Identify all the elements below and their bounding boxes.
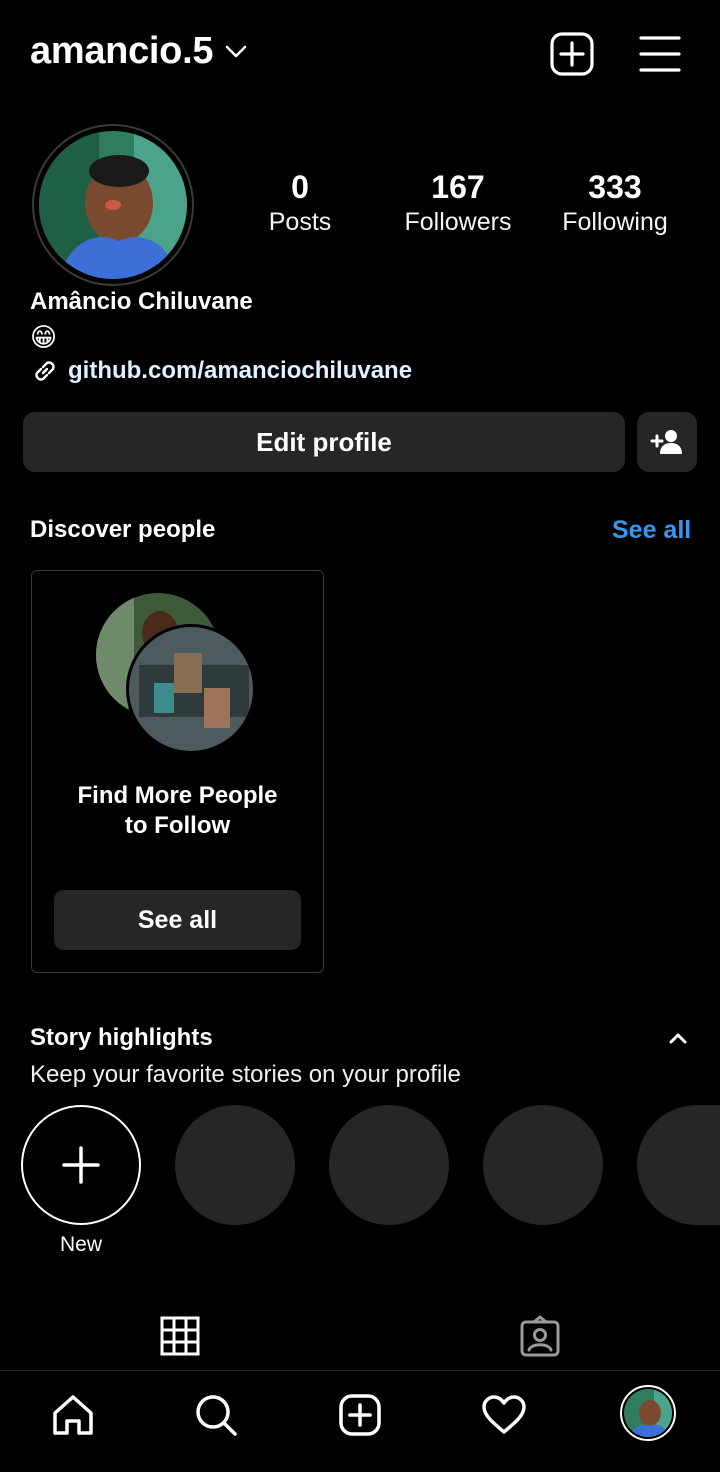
following-count[interactable]: 333 Following [545, 168, 685, 238]
username: amancio.5 [30, 30, 214, 72]
highlight-placeholder [175, 1105, 295, 1225]
profile-avatar[interactable] [32, 124, 194, 286]
avatar-photo [39, 131, 187, 279]
edit-profile-button[interactable]: Edit profile [23, 412, 625, 472]
account-switcher[interactable]: amancio.5 [30, 30, 247, 73]
plus-icon [62, 1146, 100, 1184]
search-icon[interactable] [192, 1391, 240, 1439]
discover-people-toggle-button[interactable] [637, 412, 697, 472]
discover-people-title: Discover people [30, 516, 216, 543]
add-person-icon [650, 430, 682, 454]
find-people-text: Find More People to Follow [77, 782, 278, 839]
followers-count[interactable]: 167 Followers [388, 168, 528, 238]
home-icon[interactable] [49, 1391, 97, 1439]
new-highlight-button[interactable] [21, 1105, 141, 1225]
card-see-all-button[interactable]: See all [54, 890, 301, 950]
suggested-people-avatars [96, 593, 256, 754]
find-people-card[interactable]: Find More People to Follow See all [31, 570, 324, 973]
highlight-placeholder [637, 1105, 720, 1225]
chevron-up-icon[interactable] [666, 1026, 690, 1050]
profile-tab-avatar[interactable] [620, 1385, 676, 1441]
profile-tab-photo [624, 1389, 672, 1437]
discover-see-all-link[interactable]: See all [612, 516, 691, 545]
create-icon[interactable] [336, 1391, 384, 1439]
activity-heart-icon[interactable] [480, 1391, 528, 1439]
grid-icon[interactable] [158, 1314, 202, 1358]
story-highlights-subtitle: Keep your favorite stories on your profi… [30, 1061, 461, 1088]
highlight-placeholder [329, 1105, 449, 1225]
bottom-navigation [0, 1370, 720, 1472]
new-highlight-label: New [59, 1233, 102, 1256]
menu-icon[interactable] [638, 32, 682, 76]
tagged-icon[interactable] [518, 1314, 562, 1358]
full-name: Amâncio Chiluvane [30, 288, 253, 315]
link-text: github.com/amanciochiluvane [68, 357, 413, 384]
bio-link[interactable]: github.com/amanciochiluvane [30, 356, 412, 386]
posts-count[interactable]: 0 Posts [230, 168, 370, 238]
chevron-down-icon [225, 45, 247, 57]
link-icon [35, 361, 55, 381]
bio-emoji: 😁 [30, 322, 58, 352]
highlight-placeholder [483, 1105, 603, 1225]
add-post-icon[interactable] [550, 32, 594, 76]
story-highlights-title: Story highlights [30, 1024, 213, 1051]
